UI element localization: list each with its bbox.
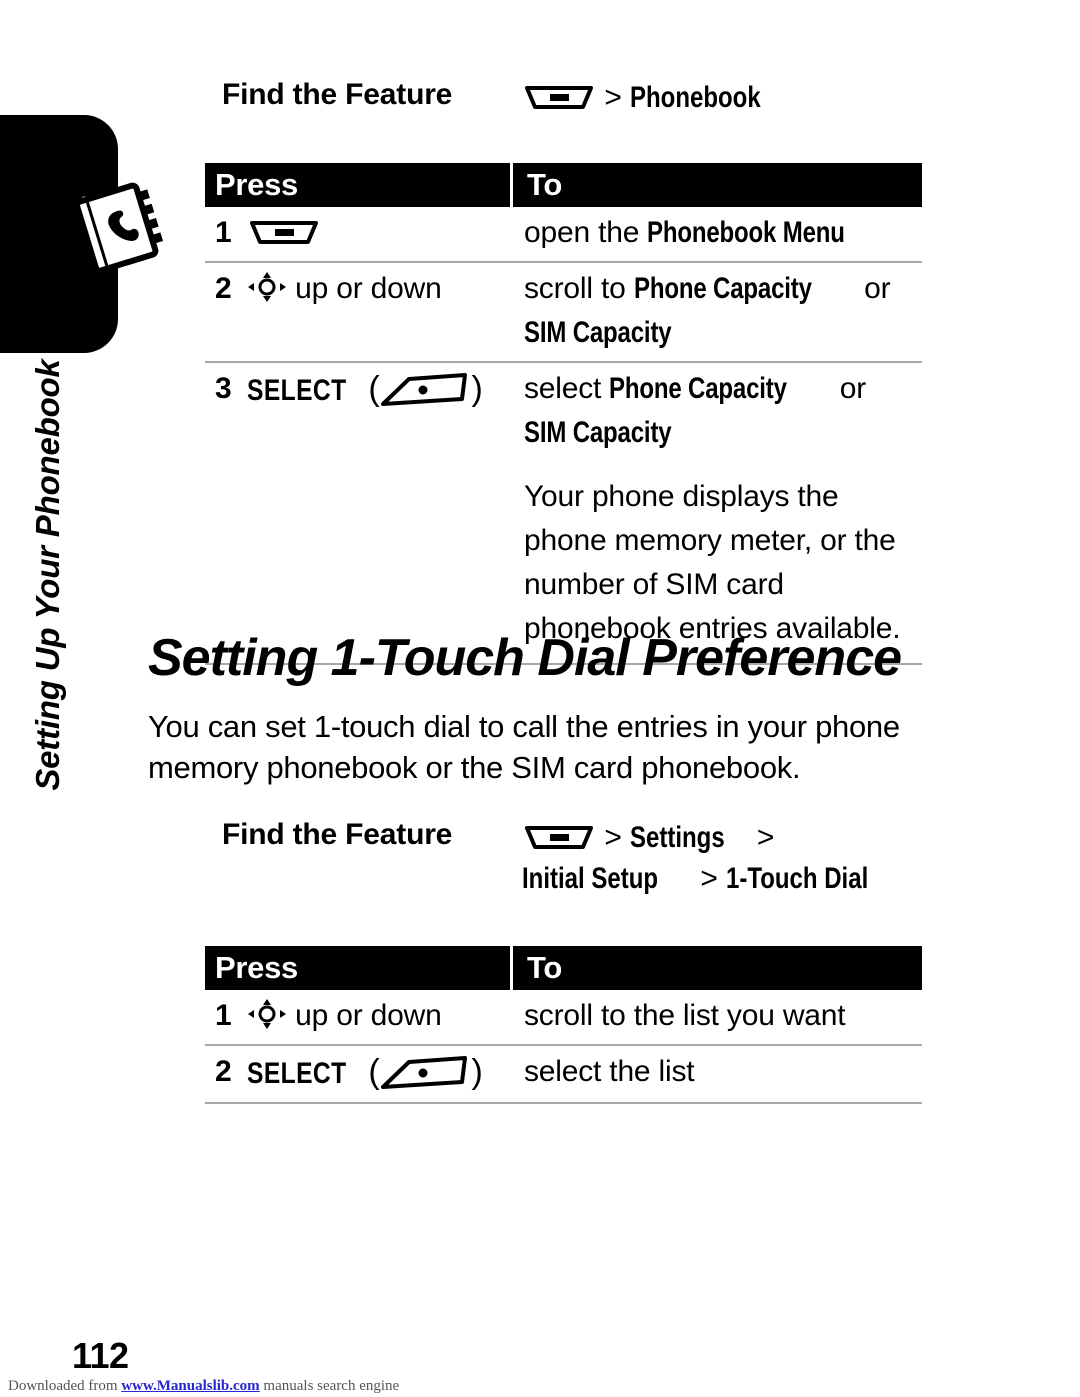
to-text-plain-2: or <box>855 272 891 305</box>
step-number: 1 <box>215 999 232 1032</box>
step-to-cell: open the Phonebook Menu <box>510 211 922 255</box>
intro-line: memory phonebook or the SIM card phonebo… <box>148 750 801 785</box>
step-to-cell: select Phone Capacity or SIM Capacity <box>510 367 922 455</box>
capacity-note: Your phone displays the phone memory met… <box>510 475 922 651</box>
step-number: 1 <box>215 216 232 249</box>
table-row: 2 SELECT( ) select the list <box>205 1046 922 1104</box>
path-separator-2: > <box>756 821 775 854</box>
step-to-cell: select the list <box>524 1055 695 1088</box>
find-the-feature-row-2: Find the Feature > Settings > Initial Se… <box>222 818 914 899</box>
column-header-press-2: Press <box>215 950 298 985</box>
table-row: 1 open the Phonebook Menu <box>205 207 922 263</box>
page-title: Setting 1-Touch Dial Preference <box>148 629 902 687</box>
table-row: 2 up or down scroll to Phone Capacity or… <box>205 263 922 363</box>
table-row: 1 up or down scroll to the list you want <box>205 990 922 1046</box>
intro-line: You can set 1-touch dial to call the ent… <box>148 709 900 744</box>
step-to-cell: scroll to Phone Capacity or SIM Capacity <box>510 267 922 355</box>
menu-key-icon <box>522 81 596 113</box>
press-text: up or down <box>295 999 442 1032</box>
table-row: 3 SELECT( ) select Phone Capacity or SIM… <box>205 363 922 461</box>
note-line: number of SIM card <box>524 568 784 601</box>
path-item-phonebook: Phonebook <box>630 81 761 114</box>
feature-path-1: > Phonebook <box>522 78 794 119</box>
step-press-cell: SELECT( ) <box>247 1050 510 1096</box>
step-press-cell: SELECT( ) <box>247 367 510 413</box>
find-the-feature-label-2: Find the Feature <box>222 818 453 851</box>
step-press-cell: up or down <box>247 994 510 1038</box>
soft-key-icon <box>379 1054 471 1092</box>
path-item-initial-setup: Initial Setup <box>522 861 659 895</box>
column-header-to-2: To <box>527 950 562 985</box>
manualslib-link[interactable]: www.Manualslib.com <box>121 1378 259 1394</box>
column-header-to-1: To <box>527 167 562 202</box>
find-the-feature-row-1: Find the Feature > Phonebook <box>222 78 794 119</box>
column-header-press-1: Press <box>215 167 298 202</box>
press-to-table-1: Press To 1 open the Phonebook Menu 2 up … <box>205 163 922 665</box>
menu-key-icon <box>522 821 596 853</box>
to-text-plain: select <box>524 372 610 405</box>
press-text: up or down <box>295 272 442 305</box>
soft-key-icon <box>379 371 471 409</box>
path-item-settings: Settings <box>630 821 725 854</box>
step-to-cell: scroll to the list you want <box>524 999 846 1032</box>
to-text-display: Phone Capacity <box>609 372 788 405</box>
to-text-display: Phone Capacity <box>633 272 812 305</box>
path-item-1-touch-dial: 1-Touch Dial <box>726 861 869 895</box>
press-to-table-2: Press To 1 up or down scroll to the list… <box>205 946 922 1104</box>
step-number: 3 <box>215 372 232 405</box>
table-header-1: Press To <box>205 163 922 207</box>
to-text-display-2: SIM Capacity <box>524 316 672 349</box>
download-prefix: Downloaded from <box>8 1378 122 1394</box>
table-header-2: Press To <box>205 946 922 990</box>
step-number: 2 <box>215 1055 232 1088</box>
step-number: 2 <box>215 272 232 305</box>
path-separator-3: > <box>700 861 718 895</box>
path-separator: > <box>604 81 622 114</box>
step-press-cell: up or down <box>247 267 510 311</box>
to-text-plain: scroll to <box>524 272 634 305</box>
chapter-label: Setting Up Your Phonebook <box>29 359 66 791</box>
page-number: 112 <box>72 1335 129 1376</box>
path-separator: > <box>604 821 622 854</box>
to-text-display-2: SIM Capacity <box>524 416 672 449</box>
intro-paragraph: You can set 1-touch dial to call the ent… <box>148 706 938 788</box>
press-text: SELECT <box>247 1057 347 1090</box>
note-line: phone memory meter, or the <box>524 524 896 557</box>
download-suffix: manuals search engine <box>259 1378 400 1394</box>
phonebook-address-book-icon <box>62 168 170 280</box>
to-text-plain-2: or <box>831 372 866 405</box>
to-text-plain: open the <box>524 216 648 249</box>
menu-key-icon <box>247 216 321 248</box>
step-press-cell <box>247 211 510 255</box>
press-text: SELECT <box>247 374 347 407</box>
download-notice: Downloaded from www.Manualslib.com manua… <box>8 1378 399 1395</box>
feature-path-2: > Settings > Initial Setup > 1-Touch Dia… <box>522 818 914 899</box>
nav-key-icon <box>247 271 287 303</box>
to-text-display: Phonebook Menu <box>647 216 846 249</box>
find-the-feature-label-1: Find the Feature <box>222 78 453 111</box>
note-line: Your phone displays the <box>524 480 839 513</box>
nav-key-icon <box>247 998 287 1030</box>
